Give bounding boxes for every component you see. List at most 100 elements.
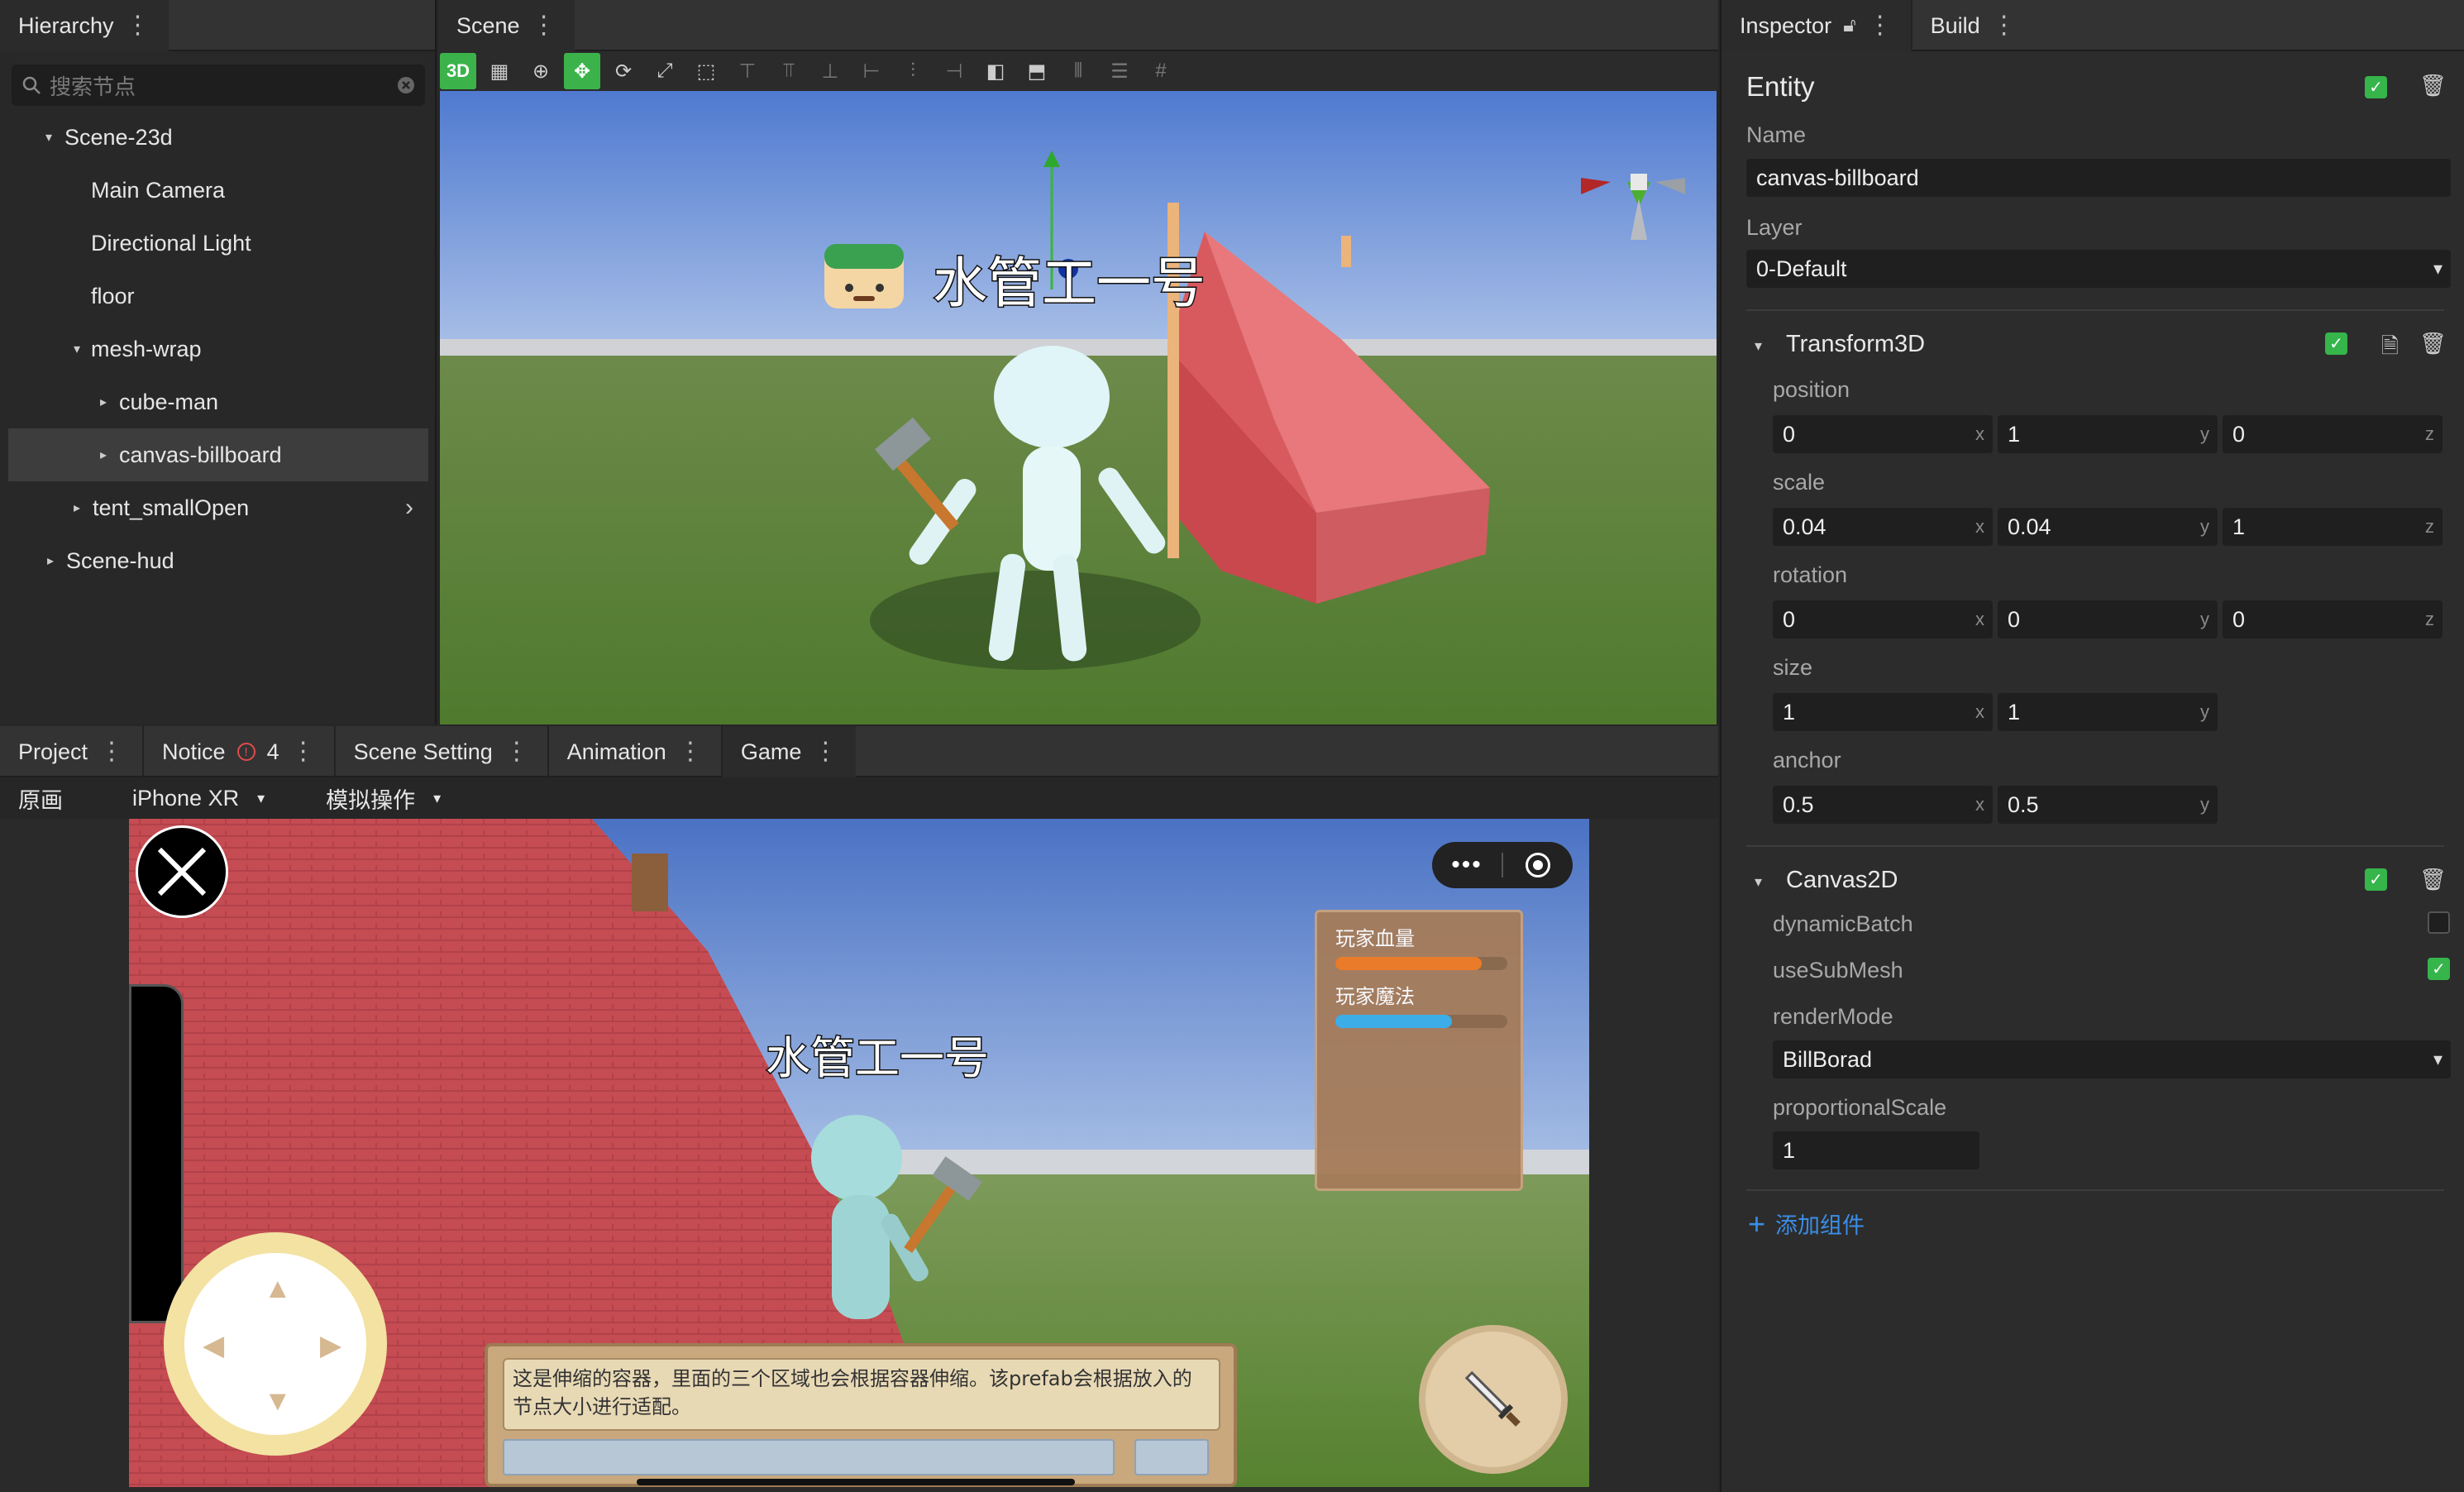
caret-right-icon[interactable]: ▸ xyxy=(43,552,58,569)
render-mode-select[interactable]: BillBorad ▾ xyxy=(1773,1040,2451,1078)
align-hcenter-icon[interactable]: ⫶ xyxy=(895,53,931,89)
scale-z-input[interactable]: 1z xyxy=(2223,508,2443,546)
more-icon[interactable]: ⋮ xyxy=(126,13,150,38)
dynamic-batch-checkbox[interactable] xyxy=(2428,911,2450,934)
caret-down-icon[interactable]: ▾ xyxy=(69,341,84,357)
rotate-tool-icon[interactable]: ⟳ xyxy=(605,53,642,89)
tab-inspector[interactable]: Inspector 🔓︎ ⋮ xyxy=(1721,0,1911,51)
record-icon[interactable] xyxy=(1503,853,1573,878)
space-v-icon[interactable]: ☰ xyxy=(1101,53,1138,89)
scale-y-input[interactable]: 0.04 y xyxy=(1998,508,2218,546)
align-bottom-icon[interactable]: ⊥ xyxy=(812,53,848,89)
caret-right-icon[interactable]: ▸ xyxy=(69,500,84,516)
original-button[interactable]: 原画 xyxy=(0,782,81,815)
anchor-y-input[interactable]: 0.5 y xyxy=(1998,786,2218,824)
align-left-icon[interactable]: ⊢ xyxy=(853,53,890,89)
document-icon[interactable]: 🗎︎ xyxy=(2381,331,2399,367)
trash-icon[interactable]: 🗑︎ xyxy=(2419,331,2447,356)
tab-build[interactable]: Build ⋮ xyxy=(1910,0,2035,51)
tree-node-scene-23d[interactable]: ▾ Scene-23d xyxy=(8,111,428,164)
search-input[interactable]: 搜索节点 xyxy=(50,70,389,101)
rotation-y-input[interactable]: 0y xyxy=(1998,600,2218,638)
layer-select[interactable]: 0-Default ▾ xyxy=(1746,250,2451,288)
snap-grid-icon[interactable]: # xyxy=(1143,53,1179,89)
rotation-z-input[interactable]: 0z xyxy=(2223,600,2443,638)
scene-viewport[interactable]: 水管工一号 xyxy=(440,91,1717,724)
more-icon[interactable]: ⋮ xyxy=(1868,13,1893,38)
canvas2d-enabled-checkbox[interactable]: ✓ xyxy=(2365,868,2387,891)
dialog-send-button[interactable] xyxy=(1134,1439,1209,1475)
tree-node-main-camera[interactable]: Main Camera xyxy=(8,164,428,217)
align-right-icon[interactable]: ⊣ xyxy=(936,53,972,89)
trash-icon[interactable]: 🗑︎ xyxy=(2419,867,2447,892)
align-top-icon[interactable]: ⊤ xyxy=(729,53,766,89)
transform-enabled-checkbox[interactable]: ✓ xyxy=(2325,332,2347,355)
rect-tool-icon[interactable]: ⬚ xyxy=(688,53,724,89)
more-icon[interactable]: ⋮ xyxy=(532,13,556,38)
tree-node-cube-man[interactable]: ▸ cube-man xyxy=(8,375,428,428)
close-button[interactable] xyxy=(136,825,228,918)
tab-hierarchy[interactable]: Hierarchy ⋮ xyxy=(0,0,169,51)
rotation-x-input[interactable]: 0x xyxy=(1773,600,1993,638)
tab-notice[interactable]: Notice ! 4 ⋮ xyxy=(142,726,334,777)
attack-button[interactable] xyxy=(1419,1325,1568,1474)
menu-dots-icon[interactable]: ••• xyxy=(1432,851,1502,879)
tab-scene[interactable]: Scene ⋮ xyxy=(438,0,575,51)
trash-icon[interactable]: 🗑︎ xyxy=(2419,73,2447,98)
scale-x-input[interactable]: 0.04 x xyxy=(1773,508,1993,546)
tab-scene-setting[interactable]: Scene Setting ⋮ xyxy=(333,726,547,777)
search-box[interactable]: 搜索节点 xyxy=(12,65,425,106)
arrow-down-icon[interactable]: ▼ xyxy=(264,1385,292,1418)
size-x-input[interactable]: 1x xyxy=(1773,693,1993,731)
distribute-h-icon[interactable]: ◧ xyxy=(977,53,1014,89)
tree-node-floor[interactable]: floor xyxy=(8,270,428,323)
joystick[interactable]: ▲ ▼ ◀ ▶ xyxy=(164,1232,387,1456)
entity-enabled-checkbox[interactable]: ✓ xyxy=(2365,76,2387,98)
more-icon[interactable]: ⋮ xyxy=(99,739,124,764)
more-icon[interactable]: ⋮ xyxy=(1992,13,2017,38)
tree-node-tent-smallopen[interactable]: ▸ tent_smallOpen › xyxy=(8,481,428,534)
chevron-right-icon[interactable]: › xyxy=(405,494,413,522)
size-y-input[interactable]: 1y xyxy=(1998,693,2218,731)
position-y-input[interactable]: 1y xyxy=(1998,415,2218,453)
name-input[interactable]: canvas-billboard xyxy=(1746,159,2451,197)
pivot-icon[interactable]: ⊕ xyxy=(523,53,559,89)
side-drawer[interactable] xyxy=(129,984,184,1323)
tree-node-canvas-billboard[interactable]: ▸ canvas-billboard xyxy=(8,428,428,481)
space-h-icon[interactable]: ⦀ xyxy=(1060,53,1096,89)
more-icon[interactable]: ⋮ xyxy=(678,739,703,764)
tab-game[interactable]: Game ⋮ xyxy=(720,726,857,777)
distribute-v-icon[interactable]: ⬒ xyxy=(1019,53,1055,89)
tree-node-scene-hud[interactable]: ▸ Scene-hud xyxy=(8,534,428,587)
collapse-icon[interactable]: ▾ xyxy=(1755,873,1762,891)
lock-icon[interactable]: 🔓︎ xyxy=(1843,14,1856,37)
use-sub-mesh-checkbox[interactable]: ✓ xyxy=(2428,958,2450,980)
simulate-select[interactable]: 模拟操作 ▾ xyxy=(308,782,459,815)
collapse-icon[interactable]: ▾ xyxy=(1755,337,1762,355)
position-x-input[interactable]: 0x xyxy=(1773,415,1993,453)
arrow-up-icon[interactable]: ▲ xyxy=(264,1273,292,1305)
tab-animation[interactable]: Animation ⋮ xyxy=(547,726,721,777)
device-select[interactable]: iPhone XR ▾ xyxy=(114,786,283,811)
tree-node-mesh-wrap[interactable]: ▾ mesh-wrap xyxy=(8,323,428,375)
dialog-input[interactable] xyxy=(503,1439,1115,1475)
proportional-scale-input[interactable]: 1 xyxy=(1773,1131,1979,1169)
align-vcenter-icon[interactable]: ⫪ xyxy=(771,53,807,89)
game-view[interactable]: 水管工一号 ••• 玩家血量 玩家魔法 ▲ ▼ ◀ ▶ 这是伸缩的容器，里面的三… xyxy=(129,819,1589,1487)
position-z-input[interactable]: 0z xyxy=(2223,415,2443,453)
caret-right-icon[interactable]: ▸ xyxy=(96,447,111,463)
tab-project[interactable]: Project ⋮ xyxy=(0,726,142,777)
arrow-right-icon[interactable]: ▶ xyxy=(320,1329,341,1362)
add-component-button[interactable]: + 添加组件 xyxy=(1748,1207,1865,1240)
anchor-x-input[interactable]: 0.5 x xyxy=(1773,786,1993,824)
mode-3d-button[interactable]: 3D xyxy=(440,53,476,89)
tree-node-directional-light[interactable]: Directional Light xyxy=(8,217,428,270)
grid-icon[interactable]: ▦ xyxy=(481,53,518,89)
caret-right-icon[interactable]: ▸ xyxy=(96,394,111,410)
arrow-left-icon[interactable]: ◀ xyxy=(203,1329,224,1362)
more-icon[interactable]: ⋮ xyxy=(291,739,316,764)
more-icon[interactable]: ⋮ xyxy=(813,739,838,764)
caret-down-icon[interactable]: ▾ xyxy=(41,129,56,146)
move-tool-icon[interactable]: ✥ xyxy=(564,53,600,89)
more-icon[interactable]: ⋮ xyxy=(504,739,529,764)
